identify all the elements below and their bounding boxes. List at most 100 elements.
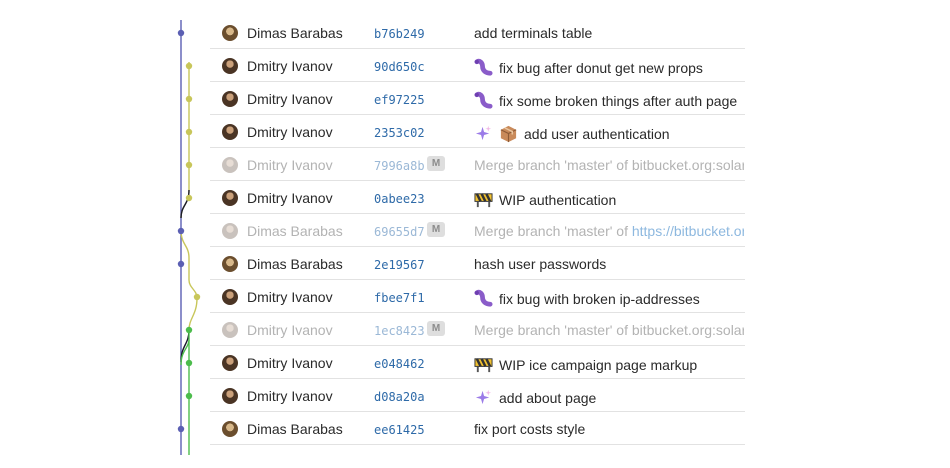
commit-dot[interactable] [185, 128, 193, 136]
graph-merge-connector [180, 189, 190, 219]
author-name: Dimas Barabas [247, 25, 343, 41]
avatar [222, 388, 238, 404]
commit-hash[interactable]: ee61425 [374, 423, 425, 437]
author-name: Dimas Barabas [247, 256, 343, 272]
commit-dot[interactable] [185, 326, 193, 334]
avatar [222, 190, 238, 206]
avatar [222, 124, 238, 140]
commit-message: fix some broken things after auth page [474, 91, 744, 110]
commit-message: WIP ice campaign page markup [474, 355, 744, 374]
commit-row[interactable]: Dmitry Ivanov 0abee23 WIP authentication [210, 181, 745, 214]
commit-message-text: WIP ice campaign page markup [499, 357, 698, 373]
commit-message-text: fix bug after donut get new props [499, 60, 703, 76]
commit-dot[interactable] [177, 260, 185, 268]
commit-dot[interactable] [185, 194, 193, 202]
merge-badge: M [427, 222, 445, 237]
commit-message: add about page [474, 388, 744, 407]
commit-message: fix bug with broken ip-addresses [474, 289, 744, 308]
commit-dot[interactable] [185, 392, 193, 400]
commit-hash[interactable]: 1ec8423 [374, 324, 425, 338]
commit-dot[interactable] [177, 227, 185, 235]
commit-message-text: hash user passwords [474, 256, 607, 272]
commit-message-text: Merge branch 'master' of bitbucket.org:s… [474, 322, 744, 338]
commit-message: fix port costs style [474, 421, 744, 437]
commit-dot[interactable] [185, 95, 193, 103]
avatar [222, 157, 238, 173]
commit-row[interactable]: Dmitry Ivanov 2353c02 add user authenticat… [210, 115, 745, 148]
avatar [222, 256, 238, 272]
commit-message-text: WIP authentication [499, 192, 617, 208]
avatar [222, 289, 238, 305]
commit-message-text: fix some broken things after auth page [499, 93, 738, 109]
commit-dot[interactable] [177, 29, 185, 37]
construction-icon [474, 355, 493, 374]
commit-dot[interactable] [185, 359, 193, 367]
commit-row[interactable]: Dimas Barabas 69655d7 M Merge branch 'maste… [210, 214, 745, 247]
commit-dot[interactable] [193, 293, 201, 301]
commit-hash[interactable]: 2e19567 [374, 258, 425, 272]
graph-lane-olive [180, 62, 190, 219]
commit-hash[interactable]: 0abee23 [374, 192, 425, 206]
author-name: Dmitry Ivanov [247, 91, 333, 107]
commit-row[interactable]: Dmitry Ivanov 90d650c fix bug after donut … [210, 49, 745, 82]
commit-row[interactable]: Dmitry Ivanov 1ec8423 M Merge branch 'maste… [210, 313, 745, 346]
caterpillar-icon [474, 91, 493, 110]
commit-hash[interactable]: b76b249 [374, 27, 425, 41]
avatar [222, 421, 238, 437]
commit-row[interactable]: Dmitry Ivanov e048462 WIP ice campaign pag… [210, 346, 745, 379]
commit-message: Merge branch 'master' of bitbucket.org:s… [474, 157, 744, 173]
commit-hash[interactable]: e048462 [374, 357, 425, 371]
graph-lane-olive-2 [180, 229, 198, 331]
commit-list: Dimas Barabas b76b249 add terminals table D… [210, 16, 745, 445]
commit-dot[interactable] [177, 425, 185, 433]
commit-row[interactable]: Dmitry Ivanov d08a20a add about page [210, 379, 745, 412]
commit-graph [177, 20, 201, 455]
package-icon [499, 124, 518, 143]
commit-row[interactable]: Dmitry Ivanov fbee7f1 fix bug with broken … [210, 280, 745, 313]
commit-row[interactable]: Dimas Barabas b76b249 add terminals table [210, 16, 745, 49]
commit-hash[interactable]: 7996a8b [374, 159, 425, 173]
commit-message-text: Merge branch 'master' of [474, 223, 632, 239]
commit-message-text: add terminals table [474, 25, 593, 41]
construction-icon [474, 190, 493, 209]
avatar [222, 58, 238, 74]
sparkles-icon [474, 124, 493, 143]
merge-badge: M [427, 156, 445, 171]
commit-message: add terminals table [474, 25, 744, 41]
author-name: Dimas Barabas [247, 421, 343, 437]
sparkles-icon [474, 388, 493, 407]
commit-hash[interactable]: d08a20a [374, 390, 425, 404]
commit-hash[interactable]: 69655d7 [374, 225, 425, 239]
author-name: Dmitry Ivanov [247, 190, 333, 206]
commit-message-text: fix bug with broken ip-addresses [499, 291, 700, 307]
author-name: Dmitry Ivanov [247, 157, 333, 173]
avatar [222, 322, 238, 338]
author-name: Dmitry Ivanov [247, 58, 333, 74]
avatar [222, 355, 238, 371]
commit-message: fix bug after donut get new props [474, 58, 744, 77]
author-name: Dmitry Ivanov [247, 322, 333, 338]
commit-message-text: Merge branch 'master' of bitbucket.org:s… [474, 157, 744, 173]
commit-dot[interactable] [185, 62, 193, 70]
commit-message: add user authentication [474, 124, 744, 143]
author-name: Dmitry Ivanov [247, 388, 333, 404]
commit-row[interactable]: Dimas Barabas ee61425 fix port costs style [210, 412, 745, 445]
commit-row[interactable]: Dmitry Ivanov ef97225 fix some broken thin… [210, 82, 745, 115]
commit-message-text: add about page [499, 390, 597, 406]
commit-message-link[interactable]: https://bitbucket.or [632, 223, 744, 239]
author-name: Dmitry Ivanov [247, 289, 333, 305]
commit-hash[interactable]: 90d650c [374, 60, 425, 74]
commit-hash[interactable]: fbee7f1 [374, 291, 425, 305]
commit-dot[interactable] [185, 161, 193, 169]
commit-message: Merge branch 'master' of https://bitbuck… [474, 223, 744, 239]
commit-message-text: fix port costs style [474, 421, 586, 437]
caterpillar-icon [474, 58, 493, 77]
caterpillar-icon [474, 289, 493, 308]
commit-row[interactable]: Dmitry Ivanov 7996a8b M Merge branch 'maste… [210, 148, 745, 181]
commit-row[interactable]: Dimas Barabas 2e19567 hash user passwords [210, 247, 745, 280]
commit-hash[interactable]: 2353c02 [374, 126, 425, 140]
commit-hash[interactable]: ef97225 [374, 93, 425, 107]
merge-badge: M [427, 321, 445, 336]
commit-message: WIP authentication [474, 190, 744, 209]
avatar [222, 91, 238, 107]
